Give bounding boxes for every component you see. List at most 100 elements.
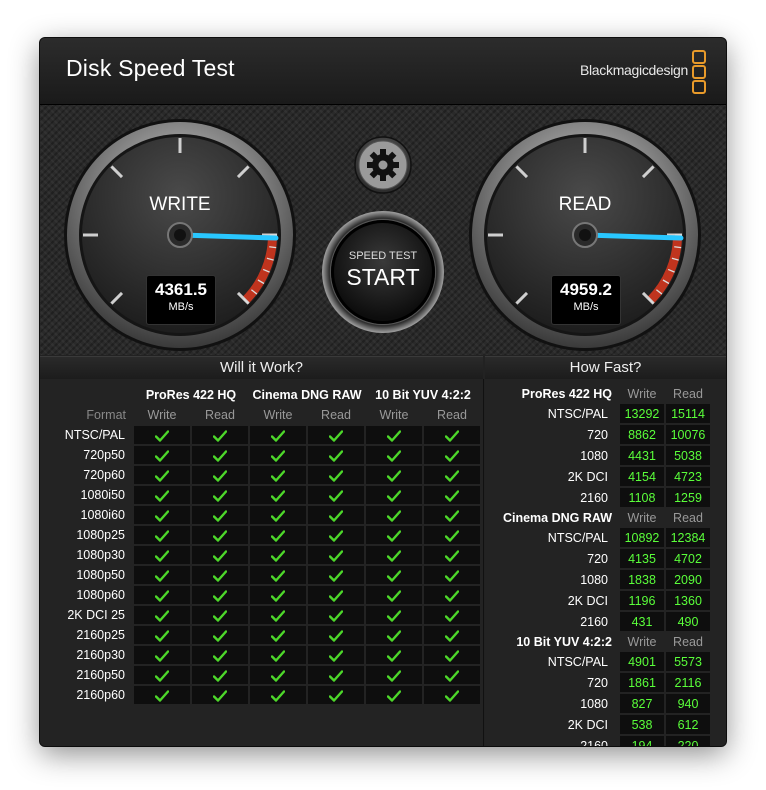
compatibility-cell (192, 586, 248, 604)
format-label: 720p50 (83, 448, 125, 462)
compatibility-cell (250, 426, 306, 444)
checkmark-icon (155, 470, 169, 482)
column-header-read: Read (437, 408, 467, 422)
checkmark-icon (155, 490, 169, 502)
group-prores: ProRes 422 HQ (145, 388, 237, 402)
checkmark-icon (445, 670, 459, 682)
write-fps-value: 1838 (620, 570, 664, 589)
will-it-work-title: Will it Work? (40, 356, 483, 380)
compatibility-cell (250, 486, 306, 504)
checkmark-icon (213, 530, 227, 542)
format-label: 2160 (580, 738, 608, 747)
compatibility-cell (308, 426, 364, 444)
table-row: 720p60 (46, 466, 480, 484)
checkmark-icon (445, 450, 459, 462)
checkmark-icon (271, 530, 285, 542)
compatibility-cell (250, 446, 306, 464)
table-row: 2160p50 (46, 666, 480, 684)
compatibility-cell (424, 646, 480, 664)
compatibility-cell (424, 626, 480, 644)
checkmark-icon (387, 510, 401, 522)
checkmark-icon (329, 430, 343, 442)
compatibility-cell (366, 546, 422, 564)
compatibility-cell (250, 546, 306, 564)
compatibility-cell (308, 506, 364, 524)
settings-button[interactable] (353, 135, 413, 195)
start-button[interactable]: SPEED TEST START (322, 211, 444, 333)
write-fps-value: 4901 (620, 652, 664, 671)
gauge-area: WRITE 4361.5 MB/s READ 4959.2 MB/s SPEED… (40, 105, 726, 355)
checkmark-icon (445, 510, 459, 522)
format-label: 1080p30 (76, 548, 125, 562)
write-speed-unit: MB/s (168, 301, 194, 313)
table-row: NTSC/PAL 13292 15114 (487, 404, 710, 423)
compatibility-cell (366, 666, 422, 684)
table-row: 1080p50 (46, 566, 480, 584)
compatibility-cell (308, 666, 364, 684)
format-label: 1080 (580, 696, 608, 711)
table-row: NTSC/PAL (46, 426, 480, 444)
compatibility-cell (424, 446, 480, 464)
compatibility-cell (192, 446, 248, 464)
read-fps-value: 12384 (666, 528, 710, 547)
table-row: 2160p60 (46, 686, 480, 704)
table-row: 2160 194 220 (487, 736, 710, 746)
table-row: 720 8862 10076 (487, 425, 710, 444)
compatibility-cell (424, 666, 480, 684)
compatibility-cell (250, 666, 306, 684)
start-button-label: START (346, 264, 420, 290)
compatibility-cell (366, 526, 422, 544)
checkmark-icon (155, 650, 169, 662)
checkmark-icon (213, 650, 227, 662)
header-bar: Disk Speed Test Blackmagicdesign (40, 38, 726, 105)
checkmark-icon (329, 650, 343, 662)
brand-name: Blackmagicdesign (579, 62, 688, 78)
checkmark-icon (445, 490, 459, 502)
checkmark-icon (155, 690, 169, 702)
compatibility-cell (192, 506, 248, 524)
how-fast-panel: ProRes 422 HQ Write Read NTSC/PAL 13292 15114… (485, 379, 726, 746)
checkmark-icon (213, 510, 227, 522)
write-fps-value: 4135 (620, 549, 664, 568)
format-label: 2160p60 (76, 688, 125, 702)
checkmark-icon (387, 490, 401, 502)
table-row: 2160p30 (46, 646, 480, 664)
compatibility-cell (192, 546, 248, 564)
table-row: 720 4135 4702 (487, 549, 710, 568)
compatibility-cell (250, 566, 306, 584)
compatibility-cell (308, 466, 364, 484)
write-fps-value: 1108 (620, 488, 664, 507)
compatibility-cell (308, 606, 364, 624)
group-cinema-dng: Cinema DNG RAW (252, 388, 362, 402)
read-speed-unit: MB/s (573, 301, 599, 313)
checkmark-icon (271, 550, 285, 562)
format-label: 720 (587, 551, 608, 566)
format-label: 2K DCI (567, 717, 608, 732)
app-title: Disk Speed Test (66, 55, 235, 81)
table-row: 2160 431 490 (487, 612, 710, 631)
compatibility-cell (192, 646, 248, 664)
checkmark-icon (387, 430, 401, 442)
compatibility-cell (134, 546, 190, 564)
checkmark-icon (213, 490, 227, 502)
section-header-row: ProRes 422 HQ Write Read (487, 385, 710, 402)
compatibility-cell (308, 646, 364, 664)
start-button-caption: SPEED TEST (348, 250, 418, 262)
table-row: 720p50 (46, 446, 480, 464)
compatibility-cell (134, 506, 190, 524)
write-fps-value: 538 (620, 715, 664, 734)
compatibility-cell (134, 646, 190, 664)
checkmark-icon (329, 630, 343, 642)
compatibility-cell (134, 486, 190, 504)
write-fps-value: 4431 (620, 446, 664, 465)
read-readout: 4959.2 MB/s (551, 275, 621, 325)
checkmark-icon (271, 450, 285, 462)
format-label: NTSC/PAL (64, 428, 125, 442)
column-header-write: Write (627, 386, 657, 401)
disk-speed-test-window: ✕ Disk Speed Test Blackmagicdesign WRITE… (40, 38, 726, 746)
compatibility-cell (192, 566, 248, 584)
table-row: 720 1861 2116 (487, 673, 710, 692)
write-fps-value: 10892 (620, 528, 664, 547)
read-speed-value: 4959.2 (560, 280, 612, 299)
checkmark-icon (445, 570, 459, 582)
